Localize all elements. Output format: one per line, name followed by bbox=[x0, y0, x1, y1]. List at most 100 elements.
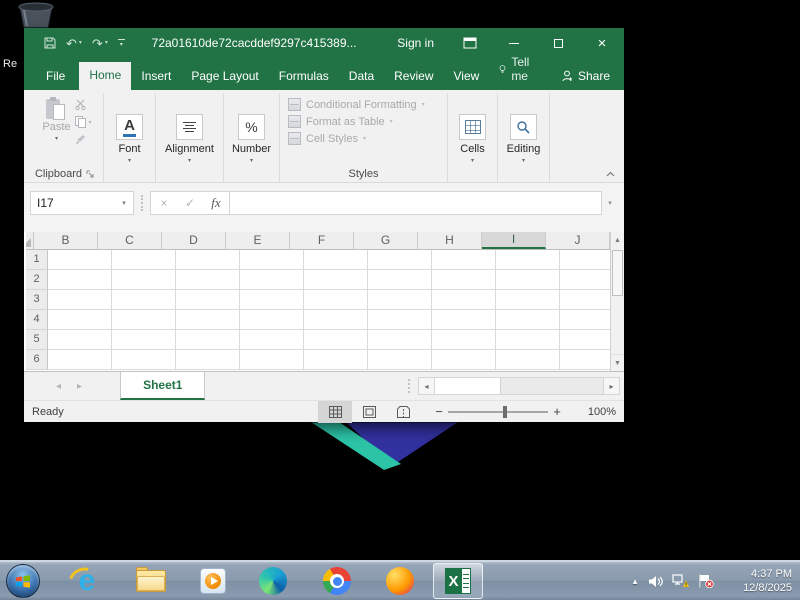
tab-view[interactable]: View bbox=[444, 63, 490, 90]
sheet-tab-sheet1[interactable]: Sheet1 bbox=[120, 372, 205, 400]
column-header-i-selected[interactable]: I bbox=[482, 232, 546, 249]
row-header-2[interactable]: 2 bbox=[26, 270, 48, 290]
column-header-h[interactable]: H bbox=[418, 232, 482, 249]
page-break-preview-button[interactable] bbox=[386, 401, 420, 423]
share-button[interactable]: Share bbox=[548, 63, 624, 90]
grid-cell[interactable] bbox=[112, 250, 176, 270]
save-icon[interactable] bbox=[44, 37, 56, 49]
grid-cell[interactable] bbox=[560, 270, 610, 290]
zoom-level[interactable]: 100% bbox=[570, 406, 616, 418]
column-header-d[interactable]: D bbox=[162, 232, 226, 249]
formula-input[interactable] bbox=[230, 191, 602, 215]
grid-cell[interactable] bbox=[240, 290, 304, 310]
firefox-icon[interactable] bbox=[383, 565, 417, 597]
grid-cell[interactable] bbox=[48, 270, 112, 290]
media-player-icon[interactable] bbox=[196, 565, 230, 597]
grid-cell[interactable] bbox=[112, 350, 176, 370]
grid-cell[interactable] bbox=[240, 270, 304, 290]
show-hidden-icons-button[interactable]: ▲ bbox=[631, 577, 639, 586]
dialog-launcher-icon[interactable] bbox=[86, 170, 94, 178]
tab-home[interactable]: Home bbox=[79, 62, 131, 90]
column-header-f[interactable]: F bbox=[290, 232, 354, 249]
grid-cell[interactable] bbox=[48, 290, 112, 310]
scroll-up-icon[interactable]: ▲ bbox=[611, 232, 624, 249]
grid-cell[interactable] bbox=[304, 330, 368, 350]
scroll-left-icon[interactable]: ◂ bbox=[419, 378, 435, 394]
cell-styles-button[interactable]: Cell Styles ▾ bbox=[288, 132, 443, 145]
grid-cell[interactable] bbox=[496, 250, 560, 270]
cut-button[interactable] bbox=[75, 99, 91, 110]
grid-cell[interactable] bbox=[304, 310, 368, 330]
column-header-e[interactable]: E bbox=[226, 232, 290, 249]
grid-cell[interactable] bbox=[176, 290, 240, 310]
grid-cell[interactable] bbox=[368, 290, 432, 310]
name-box[interactable]: I17 ▾ bbox=[30, 191, 134, 215]
format-as-table-button[interactable]: Format as Table ▾ bbox=[288, 115, 443, 128]
grid-cell[interactable] bbox=[112, 310, 176, 330]
collapse-ribbon-button[interactable] bbox=[606, 171, 615, 177]
tab-formulas[interactable]: Formulas bbox=[269, 63, 339, 90]
tab-insert[interactable]: Insert bbox=[131, 63, 181, 90]
chrome-icon[interactable] bbox=[320, 565, 354, 597]
expand-formula-bar-icon[interactable]: ▾ bbox=[602, 199, 618, 207]
grid-cell[interactable] bbox=[496, 310, 560, 330]
page-layout-view-button[interactable] bbox=[352, 401, 386, 423]
zoom-in-button[interactable]: + bbox=[548, 404, 566, 419]
column-header-g[interactable]: G bbox=[354, 232, 418, 249]
close-button[interactable]: × bbox=[580, 28, 624, 58]
sign-in-button[interactable]: Sign in bbox=[383, 36, 448, 50]
sheet-nav-right-icon[interactable]: ▸ bbox=[77, 381, 82, 392]
grid-cell[interactable] bbox=[176, 310, 240, 330]
grid-cell[interactable] bbox=[432, 290, 496, 310]
grid-cell[interactable] bbox=[432, 270, 496, 290]
grid-cell[interactable] bbox=[560, 330, 610, 350]
format-painter-button[interactable] bbox=[75, 134, 91, 145]
grid-cell[interactable] bbox=[304, 270, 368, 290]
row-header-6[interactable]: 6 bbox=[26, 350, 48, 370]
copy-button[interactable]: ▾ bbox=[75, 116, 91, 128]
file-explorer-icon[interactable] bbox=[134, 565, 168, 597]
row-header-5[interactable]: 5 bbox=[26, 330, 48, 350]
grid-cell[interactable] bbox=[560, 250, 610, 270]
row-header-3[interactable]: 3 bbox=[26, 290, 48, 310]
taskbar-excel-button-active[interactable]: X bbox=[433, 563, 483, 599]
grid-cell[interactable] bbox=[304, 250, 368, 270]
recycle-bin-label[interactable]: Re bbox=[3, 58, 17, 70]
cells-group-collapsed[interactable]: Cells ▾ bbox=[448, 93, 498, 182]
vertical-scrollbar-thumb[interactable] bbox=[612, 250, 623, 296]
column-header-c[interactable]: C bbox=[98, 232, 162, 249]
scroll-right-icon[interactable]: ▸ bbox=[603, 378, 619, 394]
row-header-1[interactable]: 1 bbox=[26, 250, 48, 270]
grid-cell[interactable] bbox=[176, 250, 240, 270]
paste-button[interactable]: Paste ▾ bbox=[37, 95, 75, 165]
grid-cell[interactable] bbox=[48, 310, 112, 330]
number-group-collapsed[interactable]: % Number ▾ bbox=[224, 93, 280, 182]
cancel-button[interactable]: × bbox=[151, 196, 177, 210]
column-header-b[interactable]: B bbox=[34, 232, 98, 249]
column-header-j[interactable]: J bbox=[546, 232, 610, 249]
tell-me-box[interactable]: Tell me bbox=[489, 49, 548, 90]
grid-cell[interactable] bbox=[432, 330, 496, 350]
enter-button[interactable]: ✓ bbox=[177, 196, 203, 210]
row-header-4[interactable]: 4 bbox=[26, 310, 48, 330]
grid-cell[interactable] bbox=[240, 310, 304, 330]
insert-function-button[interactable]: fx bbox=[203, 195, 229, 211]
zoom-out-button[interactable]: − bbox=[430, 404, 448, 419]
tab-data[interactable]: Data bbox=[339, 63, 384, 90]
grid-cell[interactable] bbox=[432, 250, 496, 270]
font-group-collapsed[interactable]: A Font ▾ bbox=[104, 93, 156, 182]
grid-cell[interactable] bbox=[496, 270, 560, 290]
scroll-down-icon[interactable]: ▼ bbox=[611, 354, 624, 371]
grid-cell[interactable] bbox=[368, 330, 432, 350]
grid-cell[interactable] bbox=[48, 250, 112, 270]
grid-cell[interactable] bbox=[560, 350, 610, 370]
grid-cell[interactable] bbox=[112, 330, 176, 350]
edge-icon[interactable] bbox=[256, 565, 290, 597]
grid-cell[interactable] bbox=[368, 270, 432, 290]
action-center-flag-icon[interactable] bbox=[698, 574, 714, 588]
grid-cell[interactable] bbox=[496, 350, 560, 370]
grid-cell[interactable] bbox=[432, 310, 496, 330]
name-box-dropdown-icon[interactable]: ▾ bbox=[115, 199, 133, 207]
alignment-group-collapsed[interactable]: Alignment ▾ bbox=[156, 93, 224, 182]
grid-cell[interactable] bbox=[368, 350, 432, 370]
